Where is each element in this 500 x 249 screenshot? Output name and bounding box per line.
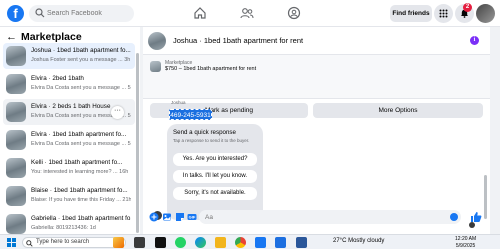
find-friends-button[interactable]: Find friends bbox=[390, 5, 432, 22]
task-view-icon[interactable] bbox=[134, 237, 145, 248]
chat-title[interactable]: Joshua · 1bed 1bath apartment for rent bbox=[173, 36, 303, 45]
info-icon[interactable]: i bbox=[470, 36, 479, 45]
facebook-logo[interactable]: f bbox=[7, 5, 24, 22]
grid-icon bbox=[439, 9, 448, 18]
quick-response-card: Send a quick response Tap a response to … bbox=[167, 124, 263, 220]
conversation-snippet: You: interested in learning more? ... 16… bbox=[31, 169, 129, 175]
listing-thumbnail bbox=[6, 130, 26, 150]
friends-icon[interactable] bbox=[240, 6, 254, 20]
like-icon[interactable] bbox=[470, 211, 482, 223]
conversation-snippet: Elvira Da Costa sent you a message ... 5… bbox=[31, 85, 131, 91]
chat-panel: Joshua · 1bed 1bath apartment for rent i… bbox=[143, 27, 490, 234]
listing-thumbnail[interactable] bbox=[150, 61, 161, 72]
search-input[interactable] bbox=[47, 7, 132, 20]
home-icon[interactable] bbox=[193, 6, 207, 20]
edge-icon[interactable] bbox=[195, 237, 206, 248]
listing-banner: Marketplace $750 – 1bed 1bath apartment … bbox=[143, 55, 490, 118]
chat-header: Joshua · 1bed 1bath apartment for rent i bbox=[143, 27, 490, 55]
store-icon[interactable] bbox=[255, 237, 266, 248]
clock-time: 12:20 AM bbox=[455, 236, 477, 242]
search-icon bbox=[35, 8, 45, 18]
message-field[interactable] bbox=[199, 210, 461, 224]
conversation-snippet: Blaise: If you have time this Friday ...… bbox=[31, 197, 131, 203]
conversation-snippet: Joshua Foster sent you a message ... 3h bbox=[31, 57, 131, 63]
listing-thumbnail bbox=[6, 158, 26, 178]
clock-date: 5/9/2025 bbox=[455, 242, 476, 249]
conversation-name: Blaise · 1bed 1bath apartment fo... bbox=[31, 187, 128, 194]
message-input[interactable] bbox=[205, 211, 445, 223]
conversation-name: Gabriella · 1bed 1bath apartment fo... bbox=[31, 215, 131, 222]
chrome-icon[interactable] bbox=[235, 237, 246, 248]
word-icon[interactable] bbox=[296, 237, 307, 248]
taskbar-search-placeholder: Type here to search bbox=[36, 239, 90, 245]
profile-avatar[interactable] bbox=[476, 4, 495, 23]
conversation-name: Elvira · 1bed 1bath apartment fo... bbox=[31, 131, 127, 138]
quick-response-option[interactable]: Sorry, it's not available. bbox=[173, 187, 257, 200]
search-icon bbox=[26, 240, 33, 247]
notification-badge: 2 bbox=[463, 3, 472, 12]
sparkle-icon[interactable] bbox=[113, 237, 124, 248]
image-icon[interactable] bbox=[162, 212, 172, 222]
conversation-item[interactable]: Elvira · 2bed 1bath Elvira Da Costa sent… bbox=[3, 71, 135, 97]
mail-icon[interactable] bbox=[275, 237, 286, 248]
svg-text:GIF: GIF bbox=[189, 215, 196, 220]
listing-thumbnail bbox=[6, 46, 26, 66]
more-options-button[interactable]: More Options bbox=[313, 103, 483, 118]
listing-thumbnail bbox=[6, 214, 26, 234]
tiktok-icon[interactable] bbox=[155, 237, 166, 248]
listing-thumbnail bbox=[6, 74, 26, 94]
groups-icon[interactable] bbox=[287, 6, 301, 20]
quick-response-option[interactable]: In talks. I'll let you know. bbox=[173, 170, 257, 183]
listing-price[interactable]: $750 – 1bed 1bath apartment for rent bbox=[165, 66, 256, 72]
quick-response-title: Send a quick response bbox=[173, 129, 236, 136]
search-box[interactable] bbox=[29, 5, 134, 22]
system-clock[interactable]: 12:20 AM 5/9/2025 bbox=[455, 236, 476, 249]
sidebar-scrollbar[interactable] bbox=[136, 53, 139, 233]
menu-button[interactable] bbox=[434, 4, 453, 23]
plus-circle-icon[interactable] bbox=[149, 212, 159, 222]
windows-taskbar: Type here to search 27°C Mostly cloudy 1… bbox=[0, 234, 500, 249]
conversation-snippet: Elvira Da Costa sent you a message ... 5… bbox=[31, 141, 131, 147]
emoji-icon[interactable] bbox=[450, 213, 458, 221]
windows-start-icon[interactable] bbox=[6, 237, 17, 248]
file-explorer-icon[interactable] bbox=[215, 237, 226, 248]
quick-response-subtitle: Tap a response to send it to the buyer. bbox=[173, 138, 250, 143]
sidebar-title: Marketplace bbox=[21, 31, 82, 43]
marketplace-sidebar: ← Marketplace Joshua · 1bed 1bath apartm… bbox=[0, 27, 140, 234]
conversation-snippet: Gabriella: 8019213436: 1d bbox=[31, 225, 96, 231]
whatsapp-icon[interactable] bbox=[175, 237, 186, 248]
conversation-name: Joshua · 1bed 1bath apartment fo... bbox=[31, 47, 131, 54]
message-composer: GIF bbox=[143, 209, 490, 226]
listing-thumbnail bbox=[6, 186, 26, 206]
conversation-name: Elvira · 2bed 1bath bbox=[31, 75, 84, 82]
sticker-icon[interactable] bbox=[175, 212, 185, 222]
message-sender-label: Joshua bbox=[171, 100, 186, 105]
back-arrow-icon[interactable]: ← bbox=[6, 31, 17, 43]
listing-thumbnail bbox=[6, 102, 26, 122]
conversation-item[interactable]: Joshua · 1bed 1bath apartment fo... Josh… bbox=[3, 43, 135, 69]
conversation-item[interactable]: Blaise · 1bed 1bath apartment fo... Blai… bbox=[3, 183, 135, 209]
chat-listing-avatar[interactable] bbox=[148, 32, 166, 50]
phone-number-message[interactable]: 469-245-5931 bbox=[169, 109, 212, 120]
gif-icon[interactable]: GIF bbox=[187, 212, 197, 222]
conversation-item[interactable]: Kelli · 1bed 1bath apartment fo... You: … bbox=[3, 155, 135, 181]
quick-response-option[interactable]: Yes. Are you interested? bbox=[173, 153, 257, 166]
conversation-item[interactable]: Elvira · 1bed 1bath apartment fo... Elvi… bbox=[3, 127, 135, 153]
taskbar-search[interactable]: Type here to search bbox=[22, 237, 126, 248]
weather-widget[interactable]: 27°C Mostly cloudy bbox=[333, 238, 384, 244]
more-options-icon[interactable]: ··· bbox=[111, 106, 124, 119]
conversation-item[interactable]: Elvira · 2 beds 1 bath House Elvira Da C… bbox=[3, 99, 135, 125]
conversation-name: Kelli · 1bed 1bath apartment fo... bbox=[31, 159, 123, 166]
top-bar: f Find friends 2 bbox=[0, 0, 500, 27]
